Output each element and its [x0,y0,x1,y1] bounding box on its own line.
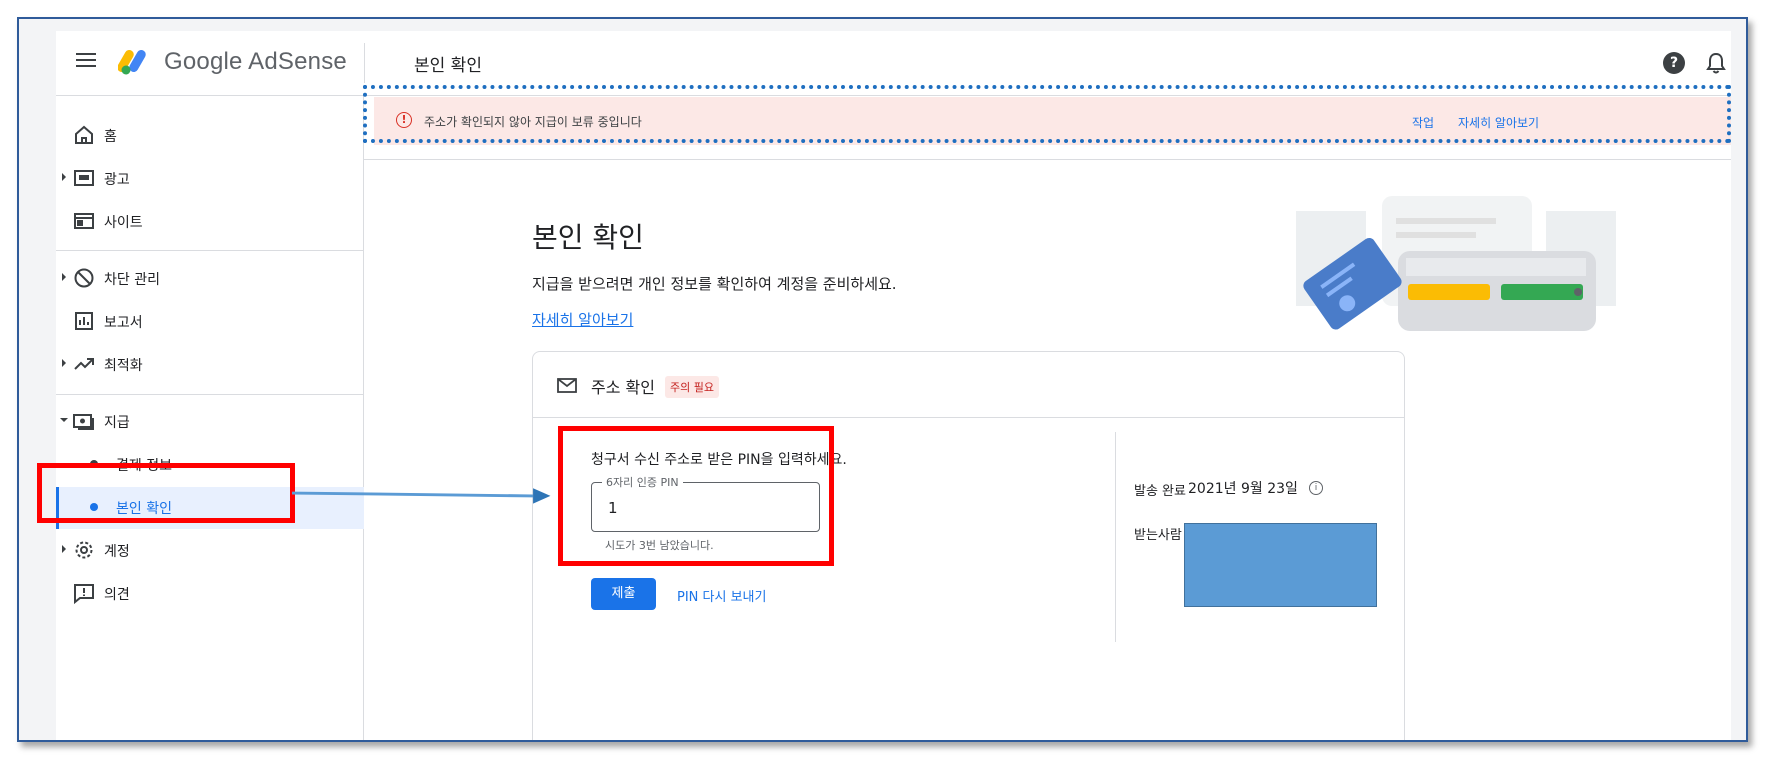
top-app-bar: Google AdSense 본인 확인 ? [56,31,1731,96]
sidebar-item-reports[interactable]: 보고서 [56,301,364,341]
resend-pin-link[interactable]: PIN 다시 보내기 [677,586,766,605]
sidebar-item-label: 지급 [104,415,130,431]
sidebar-item-block-controls[interactable]: 차단 관리 [56,258,364,298]
sidebar-item-label: 계정 [104,544,130,560]
error-icon: ! [396,112,412,128]
sidebar-item-optimization[interactable]: 최적화 [56,344,364,384]
help-icon[interactable]: ? [1663,52,1685,74]
content-divider [364,159,1731,160]
pin-input[interactable]: 6자리 인증 PIN 1 [591,474,820,532]
sidebar-divider [56,394,364,395]
sidebar-item-ads[interactable]: 광고 [56,158,364,198]
annotation-arrow-icon [292,488,551,504]
pin-prompt: 청구서 수신 주소로 받은 PIN을 입력하세요. [591,452,847,468]
sidebar-item-sites[interactable]: 사이트 [56,201,364,241]
expand-caret-icon [62,359,66,367]
sidebar-item-label: 사이트 [104,215,143,231]
expand-caret-icon [62,173,66,181]
sidebar-item-label: 광고 [104,172,130,188]
sidebar-nav: 홈 광고 사이트 차단 관리 보고서 최적화 지급 결제 정보 본인 확인 계정… [56,96,364,740]
notifications-bell-icon[interactable] [1705,51,1727,75]
attempts-remaining: 시도가 3번 남았습니다. [605,539,714,552]
brand-name: Google AdSense [164,48,347,75]
card-column-divider [1115,432,1116,642]
main-description: 지급을 받으려면 개인 정보를 확인하여 계정을 준비하세요. [532,275,897,293]
address-verification-card: 주소 확인 주의 필요 청구서 수신 주소로 받은 PIN을 입력하세요. 6자… [532,351,1405,740]
expand-caret-icon [62,545,66,553]
submit-button[interactable]: 제출 [591,578,656,610]
pin-input-value: 1 [608,499,618,517]
sidebar-item-label: 의견 [104,587,130,603]
block-icon [74,268,94,288]
reports-icon [75,312,93,330]
info-icon[interactable]: i [1309,481,1323,495]
adsense-app: Google AdSense 본인 확인 ? 홈 광고 사이트 차단 관리 보고… [56,31,1731,740]
adsense-logo-icon [118,50,146,75]
sent-status-label: 발송 완료 [1134,484,1186,499]
bullet-icon [90,503,98,511]
trending-up-icon [74,358,94,370]
main-heading: 본인 확인 [532,221,644,254]
card-title: 주소 확인 [591,378,655,397]
collapse-caret-icon [60,418,68,422]
sent-date: 2021년 9월 23일 [1188,481,1298,497]
sidebar-item-label: 결제 정보 [116,458,172,474]
ads-icon [74,170,94,186]
recipient-label: 받는사람 [1134,528,1182,543]
alert-message: 주소가 확인되지 않아 지급이 보류 중입니다 [424,115,642,129]
mail-icon [557,378,577,393]
bullet-icon [90,460,98,468]
header-divider [364,43,365,83]
alert-learn-more-link[interactable]: 자세히 알아보기 [1458,114,1539,131]
sidebar-item-label: 차단 관리 [104,272,160,288]
sidebar-item-label: 보고서 [104,315,143,331]
page-title: 본인 확인 [414,56,482,76]
learn-more-link[interactable]: 자세히 알아보기 [532,309,633,330]
alert-action-link[interactable]: 작업 [1412,114,1434,131]
expand-caret-icon [62,273,66,281]
sidebar-item-account[interactable]: 계정 [56,530,364,570]
payments-icon [73,414,94,430]
payment-hold-alert: ! 주소가 확인되지 않아 지급이 보류 중입니다 작업 자세히 알아보기 [374,97,1731,145]
feedback-icon [74,584,94,605]
pin-input-label: 6자리 인증 PIN [602,474,683,490]
hamburger-menu-icon[interactable] [76,53,96,69]
sidebar-item-label: 홈 [104,129,117,145]
sidebar-item-feedback[interactable]: 의견 [56,573,364,613]
sidebar-item-payment-info[interactable]: 결제 정보 [56,444,364,484]
sidebar-item-label: 본인 확인 [116,501,172,517]
card-header: 주소 확인 주의 필요 [533,352,1404,418]
screenshot-frame: Google AdSense 본인 확인 ? 홈 광고 사이트 차단 관리 보고… [17,17,1748,742]
sidebar-item-home[interactable]: 홈 [56,115,364,155]
redacted-recipient-address [1184,523,1377,607]
sidebar-item-label: 최적화 [104,358,143,374]
sites-icon [74,213,94,229]
gear-icon [75,541,93,559]
attention-badge: 주의 필요 [665,376,719,398]
home-icon [75,125,93,144]
sidebar-item-payments[interactable]: 지급 [56,401,364,441]
sidebar-divider [56,250,364,251]
wallet-illustration [1296,196,1616,331]
